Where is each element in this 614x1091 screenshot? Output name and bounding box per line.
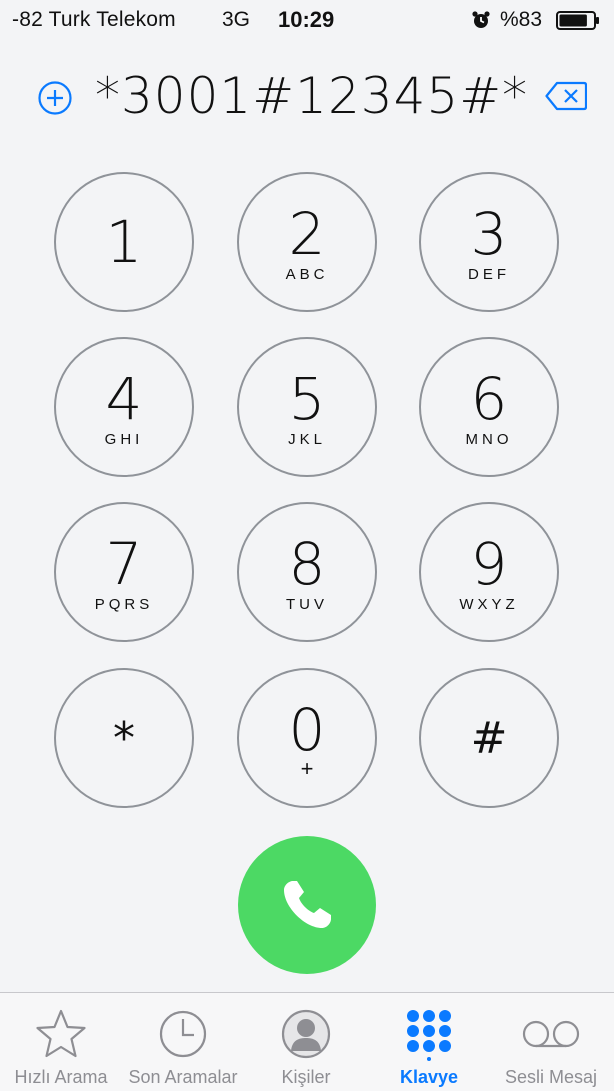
keypad-icon — [407, 1010, 451, 1061]
key-2[interactable]: 2 ABC — [237, 172, 377, 312]
tab-bar: Hızlı Arama Son Aramalar Kişiler Klavye — [0, 992, 614, 1091]
key-8[interactable]: 8 TUV — [237, 502, 377, 642]
key-4[interactable]: 4 GHI — [54, 337, 194, 477]
tab-label: Klavye — [399, 1067, 459, 1087]
backspace-button[interactable] — [545, 81, 587, 111]
tab-contacts[interactable]: Kişiler — [245, 993, 367, 1091]
phone-icon — [284, 881, 331, 928]
key-1[interactable]: 1 — [54, 172, 194, 312]
key-letters: PQRS — [94, 596, 154, 613]
key-5[interactable]: 5 JKL — [237, 337, 377, 477]
key-letters: JKL — [288, 431, 326, 448]
tab-favorites[interactable]: Hızlı Arama — [0, 993, 122, 1091]
key-digit: 5 — [288, 365, 326, 433]
key-6[interactable]: 6 MNO — [419, 337, 559, 477]
key-letters: ABC — [285, 266, 329, 283]
battery-icon — [556, 11, 599, 30]
star-icon — [36, 1009, 86, 1058]
key-digit: 2 — [288, 200, 326, 268]
key-9[interactable]: 9 WXYZ — [419, 502, 559, 642]
key-digit: 9 — [470, 530, 508, 598]
key-letters: DEF — [468, 266, 510, 283]
contact-icon — [281, 1009, 331, 1059]
key-0[interactable]: 0 + — [237, 668, 377, 808]
call-button[interactable] — [238, 836, 376, 974]
clock: 10:29 — [278, 7, 335, 32]
tab-label: Sesli Mesaj — [504, 1067, 598, 1087]
add-contact-button[interactable] — [37, 80, 73, 116]
key-digit: 6 — [470, 365, 508, 433]
tab-label: Kişiler — [281, 1067, 331, 1087]
dialed-number: *3001#12345#* — [95, 67, 529, 125]
key-symbol: # — [470, 713, 508, 764]
tab-voicemail[interactable]: Sesli Mesaj — [490, 993, 612, 1091]
voicemail-icon — [522, 1020, 580, 1048]
key-7[interactable]: 7 PQRS — [54, 502, 194, 642]
key-digit: 8 — [288, 530, 326, 598]
key-hash[interactable]: # — [419, 668, 559, 808]
key-digit: 7 — [105, 530, 143, 598]
key-letters: MNO — [465, 431, 513, 448]
key-digit: 3 — [470, 200, 508, 268]
tab-label: Son Aramalar — [128, 1067, 238, 1087]
key-letters: GHI — [104, 431, 144, 448]
clock-icon — [159, 1010, 207, 1058]
carrier-label: -82 Turk Telekom — [12, 8, 176, 31]
key-letters: + — [300, 756, 314, 781]
status-bar: -82 Turk Telekom 3G 10:29 %83 — [0, 0, 614, 40]
tab-keypad[interactable]: Klavye — [368, 993, 490, 1091]
key-digit: 4 — [105, 365, 143, 433]
key-letters: TUV — [286, 596, 328, 613]
battery-percent: %83 — [500, 8, 543, 31]
network-label: 3G — [222, 8, 251, 31]
key-star[interactable]: * — [54, 668, 194, 808]
key-letters: WXYZ — [459, 596, 519, 613]
key-3[interactable]: 3 DEF — [419, 172, 559, 312]
key-symbol: * — [113, 713, 135, 764]
key-digit: 1 — [105, 208, 143, 276]
key-digit: 0 — [288, 696, 326, 764]
tab-recents[interactable]: Son Aramalar — [122, 993, 244, 1091]
alarm-icon — [472, 11, 490, 28]
